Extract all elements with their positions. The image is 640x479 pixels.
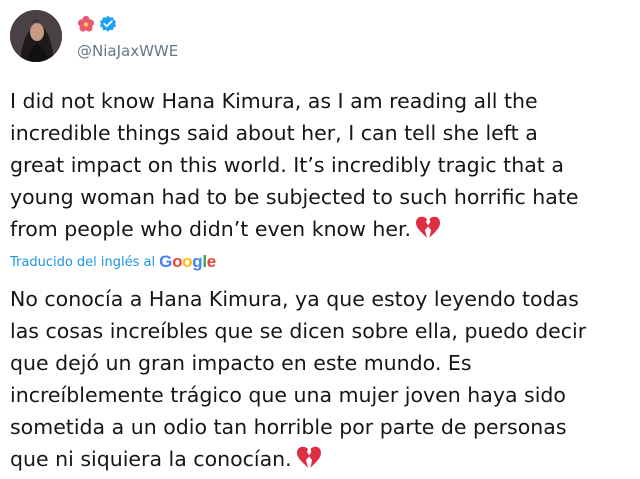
- display-name[interactable]: [77, 15, 117, 37]
- translated-line: las cosas increíbles que se dicen sobre …: [10, 319, 587, 343]
- verified-badge-icon: [99, 15, 117, 37]
- user-handle[interactable]: @NiaJaxWWE: [77, 42, 178, 60]
- avatar[interactable]: [10, 10, 62, 62]
- tweet-original-text: I did not know Hana Kimura, as I am read…: [10, 85, 634, 249]
- translation-label[interactable]: Traducido del inglés al: [10, 255, 155, 270]
- original-line: great impact on this world. It’s incredi…: [10, 153, 564, 177]
- translated-line: que dejó un gran impacto en este mundo. …: [10, 351, 472, 375]
- original-line: young woman had to be subjected to such …: [10, 185, 579, 209]
- translated-line-text: que ni siquiera la conocían.: [10, 447, 292, 471]
- translated-line: sometida a un odio tan horrible por part…: [10, 415, 567, 439]
- original-line-text: from people who didn’t even know her.: [10, 217, 412, 241]
- tweet-translated-text: No conocía a Hana Kimura, ya que estoy l…: [10, 283, 634, 479]
- translated-line: increíblemente trágico que una mujer jov…: [10, 383, 566, 407]
- translated-line-last: que ni siquiera la conocían.: [10, 443, 634, 479]
- original-line: I did not know Hana Kimura, as I am read…: [10, 89, 538, 113]
- translation-attribution[interactable]: Traducido del inglés al Google: [10, 251, 216, 273]
- translated-line: No conocía a Hana Kimura, ya que estoy l…: [10, 287, 579, 311]
- original-line: incredible things said about her, I can …: [10, 121, 538, 145]
- original-line-last: from people who didn’t even know her.: [10, 213, 634, 249]
- google-logo: Google: [159, 252, 216, 271]
- hibiscus-icon: [77, 15, 95, 37]
- broken-heart-icon: [415, 216, 441, 249]
- broken-heart-icon: [296, 446, 322, 479]
- tweet-header: @NiaJaxWWE: [10, 10, 410, 62]
